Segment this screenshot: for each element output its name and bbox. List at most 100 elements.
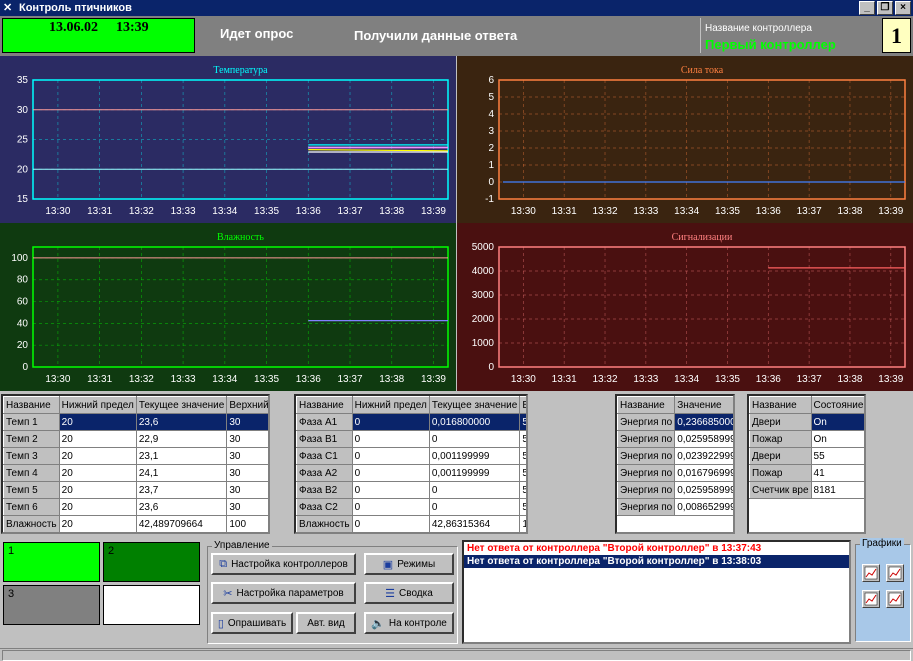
column-header[interactable]: Название <box>296 396 353 414</box>
table-row[interactable]: Энергия по 0,025958999 <box>617 481 733 499</box>
row-name-cell[interactable]: Энергия по <box>617 498 676 516</box>
table-row[interactable]: Темп 6 20 23,6 30 <box>3 498 268 516</box>
table-cell[interactable]: 0,025958999 <box>674 481 733 499</box>
table-cell[interactable]: 30 <box>226 413 268 431</box>
modes-button[interactable]: ▣ Режимы <box>364 553 454 575</box>
table-cell[interactable]: 100 <box>226 515 268 532</box>
row-name-cell[interactable]: Темп 3 <box>3 447 60 465</box>
poll-button[interactable]: ▯ Опрашивать <box>211 612 293 634</box>
row-name-cell[interactable]: Темп 4 <box>3 464 60 482</box>
table-cell[interactable]: 0 <box>351 464 430 482</box>
state-table[interactable]: Название Состояние Двери On Пожар On Двери 55 По… <box>747 394 866 534</box>
table-cell[interactable]: 0,016800000 <box>428 413 521 431</box>
table-cell[interactable]: 0 <box>351 481 430 499</box>
table-cell[interactable]: 20 <box>58 498 137 516</box>
maximize-button[interactable]: ❐ <box>877 1 893 15</box>
table-row[interactable]: Темп 3 20 23,1 30 <box>3 447 268 465</box>
table-cell[interactable]: 23,6 <box>135 413 228 431</box>
summary-button[interactable]: ☰ Сводка <box>364 582 454 604</box>
column-header[interactable]: Верхний предел <box>226 396 268 414</box>
table-cell[interactable]: 5 <box>519 447 526 465</box>
row-name-cell[interactable]: Фаза C2 <box>296 498 353 516</box>
column-header[interactable]: Название <box>749 396 812 414</box>
row-name-cell[interactable]: Темп 6 <box>3 498 60 516</box>
row-name-cell[interactable]: Пожар <box>749 464 812 482</box>
table-cell[interactable]: 0,016796999 <box>674 464 733 482</box>
table-cell[interactable]: 0 <box>351 498 430 516</box>
table-row[interactable]: Фаза C2 0 0 5 <box>296 498 526 516</box>
row-name-cell[interactable]: Фаза B1 <box>296 430 353 448</box>
row-name-cell[interactable]: Двери <box>749 447 812 465</box>
table-cell[interactable]: 0,001199999 <box>428 447 521 465</box>
table-row[interactable]: Фаза B2 0 0 5 <box>296 481 526 499</box>
table-cell[interactable]: 42,86315364 <box>428 515 521 532</box>
table-cell[interactable]: 24,1 <box>135 464 228 482</box>
row-name-cell[interactable]: Энергия по <box>617 413 676 431</box>
column-header[interactable]: Нижний предел <box>351 396 430 414</box>
controller-swatch-3[interactable]: 3 <box>3 585 100 625</box>
table-cell[interactable]: 23,1 <box>135 447 228 465</box>
graph-button-3[interactable] <box>862 590 880 608</box>
graph-button-2[interactable] <box>886 564 904 582</box>
table-row[interactable]: Фаза A2 0 0,001199999 5 <box>296 464 526 482</box>
table-row[interactable]: Темп 1 20 23,6 30 <box>3 413 268 431</box>
row-name-cell[interactable]: Энергия по <box>617 464 676 482</box>
row-name-cell[interactable]: Фаза A1 <box>296 413 353 431</box>
setup-controllers-button[interactable]: ⧉ Настройка контроллеров <box>211 553 356 575</box>
table-cell[interactable]: 55 <box>810 447 864 465</box>
table-cell[interactable]: 42,489709664 <box>135 515 228 532</box>
row-name-cell[interactable]: Темп 5 <box>3 481 60 499</box>
row-name-cell[interactable]: Энергия по <box>617 481 676 499</box>
controller-swatch-2[interactable]: 2 <box>103 542 200 582</box>
table-cell[interactable]: On <box>810 430 864 448</box>
row-name-cell[interactable]: Фаза A2 <box>296 464 353 482</box>
row-name-cell[interactable]: Влажность <box>296 515 353 532</box>
table-row[interactable]: Влажность 20 42,489709664 100 <box>3 515 268 532</box>
table-row[interactable]: Пожар 41 <box>749 464 864 482</box>
log-entry[interactable]: Нет ответа от контроллера "Второй контро… <box>464 555 849 568</box>
table-cell[interactable]: 41 <box>810 464 864 482</box>
table-row[interactable]: Двери On <box>749 413 864 431</box>
row-name-cell[interactable]: Энергия по <box>617 447 676 465</box>
table-cell[interactable]: 0 <box>428 481 521 499</box>
column-header[interactable]: Значение <box>674 396 733 414</box>
message-log[interactable]: Нет ответа от контроллера "Второй контро… <box>462 540 851 644</box>
table-row[interactable]: Энергия по 0,236685000 <box>617 413 733 431</box>
row-name-cell[interactable]: Фаза B2 <box>296 481 353 499</box>
table-cell[interactable]: On <box>810 413 864 431</box>
graph-button-4[interactable] <box>886 590 904 608</box>
table-cell[interactable]: 30 <box>226 447 268 465</box>
table-row[interactable]: Темп 5 20 23,7 30 <box>3 481 268 499</box>
table-cell[interactable]: 5 <box>519 481 526 499</box>
autoview-button[interactable]: Авт. вид <box>296 612 356 634</box>
setup-params-button[interactable]: ✂ Настройка параметров <box>211 582 356 604</box>
table-cell[interactable]: 0 <box>351 430 430 448</box>
table-cell[interactable]: 5 <box>519 430 526 448</box>
table-row[interactable]: Влажность042,86315364100 <box>296 515 526 532</box>
row-name-cell[interactable]: Фаза C1 <box>296 447 353 465</box>
table-cell[interactable]: 30 <box>226 481 268 499</box>
close-button[interactable]: × <box>895 1 911 15</box>
table-cell[interactable]: 20 <box>58 447 137 465</box>
table-cell[interactable]: 23,7 <box>135 481 228 499</box>
row-name-cell[interactable]: Пожар <box>749 430 812 448</box>
table-row[interactable]: Фаза C1 0 0,001199999 5 <box>296 447 526 465</box>
table-cell[interactable]: 0,001199999 <box>428 464 521 482</box>
table-cell[interactable]: 0 <box>351 515 430 532</box>
table-cell[interactable]: 8181 <box>810 481 864 499</box>
column-header[interactable]: Нижний предел <box>58 396 137 414</box>
table-row[interactable]: Энергия по 0,025958999 <box>617 430 733 448</box>
column-header[interactable]: Текущее значение <box>135 396 228 414</box>
minimize-button[interactable]: _ <box>859 1 875 15</box>
graph-button-1[interactable] <box>862 564 880 582</box>
table-cell[interactable]: 30 <box>226 430 268 448</box>
table-cell[interactable]: 0,236685000 <box>674 413 733 431</box>
table-cell[interactable]: 100 <box>519 515 526 532</box>
table-cell[interactable]: 0,023922999 <box>674 447 733 465</box>
table-row[interactable]: Фаза B1 0 0 5 <box>296 430 526 448</box>
table-cell[interactable]: 0 <box>351 447 430 465</box>
row-name-cell[interactable]: Темп 1 <box>3 413 60 431</box>
table-row[interactable]: Счетчик вре 8181 <box>749 481 864 499</box>
log-entry[interactable]: Нет ответа от контроллера "Второй контро… <box>464 542 849 555</box>
row-name-cell[interactable]: Энергия по <box>617 430 676 448</box>
